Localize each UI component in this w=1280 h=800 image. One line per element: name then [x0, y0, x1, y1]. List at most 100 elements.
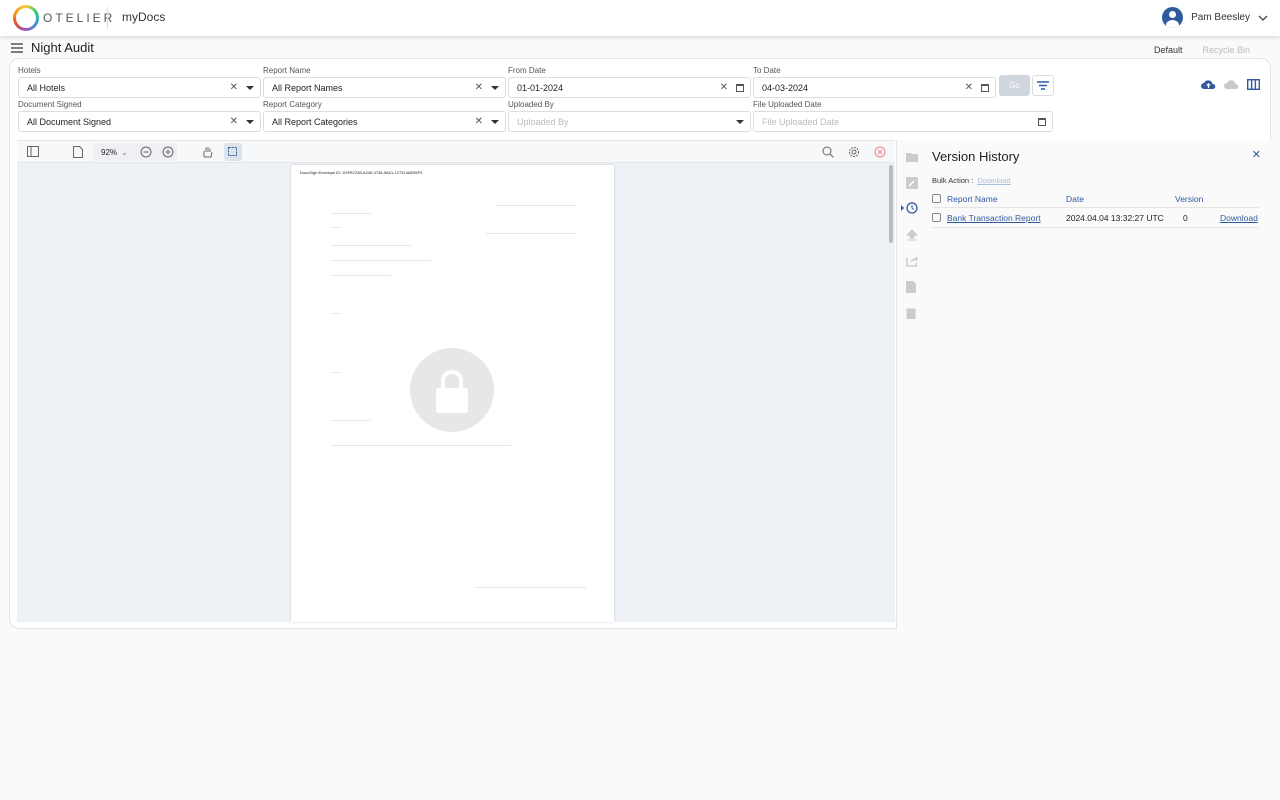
to-date-value: 04-03-2024 — [762, 82, 809, 93]
document-properties-icon[interactable] — [73, 146, 83, 158]
bulk-action-label: Bulk Action : — [932, 176, 974, 185]
clear-icon[interactable]: ✕ — [230, 82, 238, 93]
from-date-input[interactable]: 01-01-2024 ✕ — [508, 77, 751, 98]
envelope-id: DocuSign Envelope ID: D9FB7238-A245-4738… — [300, 170, 423, 175]
document-signed-filter: Document Signed All Document Signed ✕ — [18, 100, 261, 132]
report-name-select[interactable]: All Report Names ✕ — [263, 77, 506, 98]
to-date-input[interactable]: 04-03-2024 ✕ — [753, 77, 996, 98]
share-icon[interactable] — [906, 255, 918, 267]
gear-icon[interactable] — [848, 146, 860, 158]
calendar-icon[interactable] — [981, 83, 989, 92]
from-date-value: 01-01-2024 — [517, 82, 564, 93]
divider — [107, 7, 108, 29]
uploaded-by-placeholder: Uploaded By — [517, 116, 569, 127]
calendar-icon[interactable] — [736, 83, 744, 92]
column-date[interactable]: Date — [1066, 194, 1175, 204]
from-date-filter: From Date 01-01-2024 ✕ — [508, 66, 751, 98]
caret-down-icon[interactable] — [491, 85, 499, 90]
user-menu[interactable]: Pam Beesley — [1162, 7, 1268, 28]
user-name: Pam Beesley — [1191, 12, 1250, 23]
table-row: Bank Transaction Report 2024.04.04 13:32… — [932, 208, 1259, 228]
filter-button[interactable] — [1032, 75, 1054, 96]
zoom-in-icon[interactable] — [162, 146, 174, 158]
version-history-panel: Version History ✕ Bulk Action : Download … — [896, 140, 1271, 629]
file-uploaded-date-input[interactable]: File Uploaded Date — [753, 111, 1053, 132]
trash-icon[interactable] — [906, 307, 916, 319]
selection-icon — [228, 147, 237, 156]
caret-down-icon[interactable] — [491, 119, 499, 124]
top-bar: OTELIER myDocs Pam Beesley — [0, 0, 1280, 36]
zoom-out-icon[interactable] — [140, 146, 152, 158]
zoom-control: 92% ⌄ — [93, 143, 177, 161]
file-uploaded-date-placeholder: File Uploaded Date — [762, 116, 840, 127]
hand-tool-icon[interactable] — [201, 146, 213, 158]
history-icon[interactable] — [901, 202, 918, 214]
bulk-download-link[interactable]: Download — [977, 176, 1010, 185]
column-report-name[interactable]: Report Name — [947, 194, 1066, 204]
column-version[interactable]: Version — [1175, 194, 1203, 204]
filter-icon — [1037, 81, 1049, 90]
scrollbar[interactable] — [889, 165, 893, 243]
clear-icon[interactable]: ✕ — [475, 82, 483, 93]
uploaded-by-filter: Uploaded By Uploaded By — [508, 100, 751, 132]
caret-down-icon[interactable] — [246, 119, 254, 124]
clear-icon[interactable]: ✕ — [720, 82, 728, 93]
close-icon[interactable]: ✕ — [1252, 148, 1261, 161]
go-button[interactable]: Go — [999, 75, 1030, 96]
close-viewer-icon[interactable] — [874, 146, 886, 158]
to-date-filter: To Date 04-03-2024 ✕ — [753, 66, 996, 98]
bulk-action: Bulk Action : Download — [932, 176, 1011, 185]
hamburger-menu-icon[interactable] — [11, 42, 23, 53]
sidebar-toggle-icon[interactable] — [27, 146, 39, 157]
caret-down-icon[interactable] — [246, 85, 254, 90]
main-card: Hotels All Hotels ✕ Report Name All Repor… — [9, 58, 1271, 629]
folder-icon[interactable] — [906, 152, 918, 162]
cloud-download-icon[interactable] — [1224, 79, 1239, 90]
report-name-label: Report Name — [263, 66, 311, 75]
chevron-down-icon — [1258, 15, 1268, 21]
clear-icon[interactable]: ✕ — [475, 116, 483, 127]
report-name-filter: Report Name All Report Names ✕ — [263, 66, 506, 98]
from-date-label: From Date — [508, 66, 546, 75]
clear-icon[interactable]: ✕ — [230, 116, 238, 127]
hotels-select[interactable]: All Hotels ✕ — [18, 77, 261, 98]
zoom-select[interactable]: 92% — [101, 148, 117, 157]
cloud-upload-icon[interactable] — [1201, 79, 1216, 90]
row-version: 0 — [1183, 212, 1188, 223]
edit-icon[interactable] — [906, 177, 918, 189]
report-link[interactable]: Bank Transaction Report — [947, 213, 1066, 223]
columns-icon[interactable] — [1247, 79, 1260, 90]
download-link[interactable]: Download — [1220, 213, 1258, 223]
to-date-label: To Date — [753, 66, 781, 75]
page-title: Night Audit — [31, 40, 94, 55]
pdf-viewer: 92% ⌄ DocuSign Envelope ID: D9FB7238-A245… — [17, 140, 895, 622]
row-checkbox[interactable] — [932, 213, 941, 222]
document-signed-select[interactable]: All Document Signed ✕ — [18, 111, 261, 132]
file-uploaded-date-filter: File Uploaded Date File Uploaded Date — [753, 100, 1053, 132]
report-name-value: All Report Names — [272, 82, 343, 93]
pdf-toolbar: 92% ⌄ — [17, 141, 895, 163]
avatar — [1162, 7, 1184, 28]
uploaded-by-select[interactable]: Uploaded By — [508, 111, 751, 132]
select-tool-button[interactable] — [224, 143, 242, 161]
caret-down-icon[interactable] — [736, 119, 744, 124]
file-download-icon[interactable] — [906, 281, 916, 293]
lock-icon — [410, 348, 494, 432]
document-signed-label: Document Signed — [18, 100, 82, 109]
table-header: Report Name Date Version — [932, 190, 1259, 208]
hotels-label: Hotels — [18, 66, 41, 75]
select-all-checkbox[interactable] — [932, 194, 941, 203]
pdf-page: DocuSign Envelope ID: D9FB7238-A245-4738… — [291, 165, 614, 622]
app-name: myDocs — [122, 10, 166, 24]
upload-icon[interactable] — [906, 229, 918, 241]
hotels-value: All Hotels — [27, 82, 66, 93]
panel-title: Version History — [932, 149, 1020, 164]
clear-icon[interactable]: ✕ — [965, 82, 973, 93]
report-category-select[interactable]: All Report Categories ✕ — [263, 111, 506, 132]
row-date: 2024.04.04 13:32:27 UTC — [1066, 212, 1164, 223]
search-icon[interactable] — [822, 146, 834, 158]
report-category-filter: Report Category All Report Categories ✕ — [263, 100, 506, 132]
brand-name: OTELIER — [43, 11, 116, 25]
otelier-logo[interactable] — [13, 5, 39, 31]
calendar-icon[interactable] — [1038, 117, 1046, 126]
